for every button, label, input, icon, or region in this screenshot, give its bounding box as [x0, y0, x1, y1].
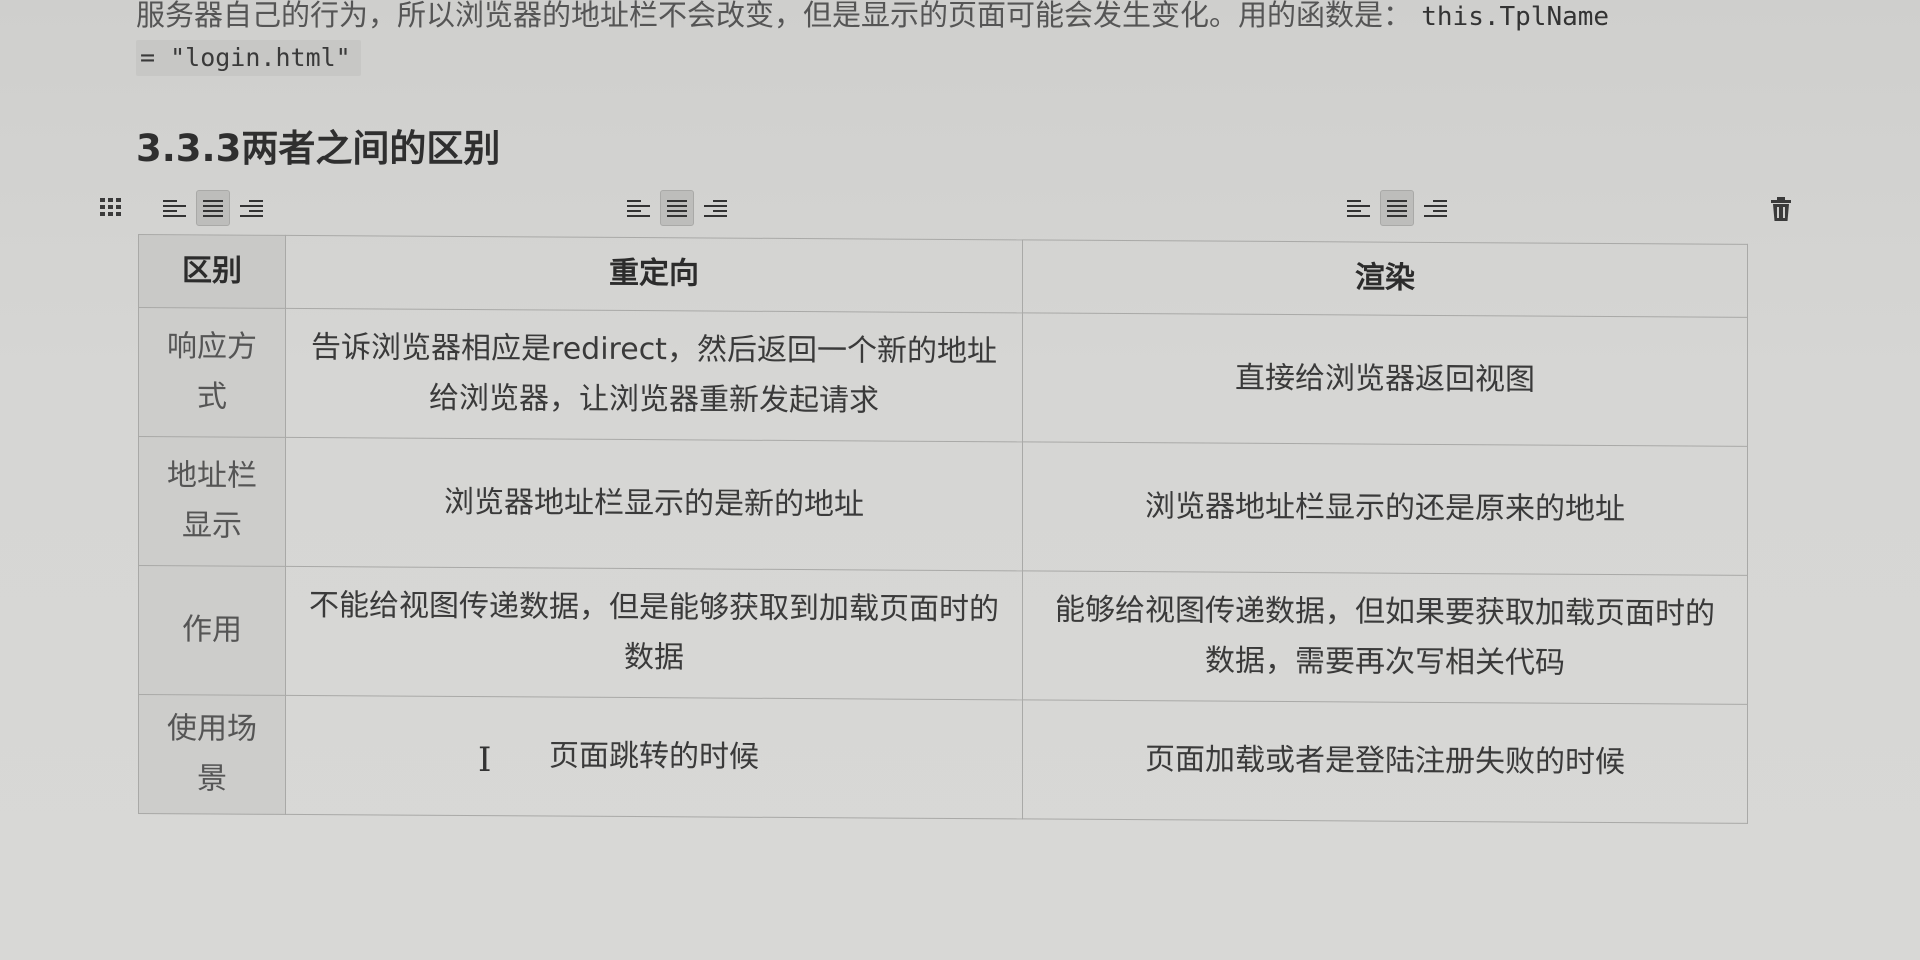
column-1-align-group	[158, 190, 268, 228]
column-3-align-group	[1342, 190, 1452, 228]
col2-align-left-icon[interactable]	[622, 190, 656, 226]
col2-align-right-icon[interactable]	[698, 190, 732, 226]
table-row: 地址栏显示 浏览器地址栏显示的是新的地址 浏览器地址栏显示的还是原来的地址	[138, 436, 1748, 576]
col1-align-right-icon[interactable]	[234, 190, 268, 226]
redirect-cell[interactable]: 页面跳转的时候	[285, 695, 1023, 819]
render-cell[interactable]: 页面加载或者是登陆注册失败的时候	[1022, 699, 1748, 824]
row-label-cell[interactable]: 作用	[138, 565, 286, 696]
redirect-cell[interactable]: 不能给视图传递数据，但是能够获取到加载页面时的数据	[285, 566, 1023, 700]
column-2-align-group	[622, 190, 732, 228]
row-label-cell[interactable]: 使用场景	[138, 694, 286, 815]
table-header-row: 区别 重定向 渲染	[138, 234, 1748, 318]
col1-align-center-icon[interactable]	[196, 190, 230, 226]
trash-icon[interactable]	[1770, 196, 1792, 222]
redirect-cell[interactable]: 告诉浏览器相应是redirect，然后返回一个新的地址给浏览器，让浏览器重新发起…	[285, 308, 1023, 442]
editor-page: 服务器自己的行为，所以浏览器的地址栏不会改变，但是显示的页面可能会发生变化。用的…	[0, 0, 1920, 960]
render-cell[interactable]: 能够给视图传递数据，但如果要获取加载页面时的数据，需要再次写相关代码	[1022, 570, 1748, 705]
comparison-table-wrapper: 区别 重定向 渲染 响应方式 告诉浏览器相应是redirect，然后返回一个新的…	[138, 234, 1748, 824]
table-toolbar	[92, 190, 1792, 230]
intro-text: 服务器自己的行为，所以浏览器的地址栏不会改变，但是显示的页面可能会发生变化。用的…	[136, 0, 1413, 32]
col2-align-center-icon[interactable]	[660, 190, 694, 226]
section-heading: 3.3.3两者之间的区别	[136, 127, 501, 170]
table-row: 作用 不能给视图传递数据，但是能够获取到加载页面时的数据 能够给视图传递数据，但…	[138, 565, 1748, 705]
table-row: 使用场景 页面跳转的时候 页面加载或者是登陆注册失败的时候	[138, 694, 1748, 824]
header-cell-render[interactable]: 渲染	[1022, 239, 1748, 318]
render-cell[interactable]: 直接给浏览器返回视图	[1022, 312, 1748, 447]
col3-align-center-icon[interactable]	[1380, 190, 1414, 226]
code-snippet: = "login.html"	[136, 40, 361, 76]
table-grip-icon[interactable]	[100, 198, 122, 216]
row-label-cell[interactable]: 地址栏显示	[138, 436, 286, 567]
comparison-table: 区别 重定向 渲染 响应方式 告诉浏览器相应是redirect，然后返回一个新的…	[138, 234, 1748, 824]
row-label-cell[interactable]: 响应方式	[138, 307, 286, 438]
inline-code: this.TplName	[1421, 2, 1610, 32]
render-cell[interactable]: 浏览器地址栏显示的还是原来的地址	[1022, 441, 1748, 576]
intro-paragraph: 服务器自己的行为，所以浏览器的地址栏不会改变，但是显示的页面可能会发生变化。用的…	[136, 0, 1896, 36]
col3-align-left-icon[interactable]	[1342, 190, 1376, 226]
text-cursor-icon: I	[478, 740, 492, 780]
header-cell-redirect[interactable]: 重定向	[285, 235, 1023, 313]
redirect-cell[interactable]: 浏览器地址栏显示的是新的地址	[285, 437, 1023, 571]
col1-align-left-icon[interactable]	[158, 190, 192, 226]
col3-align-right-icon[interactable]	[1418, 190, 1452, 226]
header-cell-difference[interactable]: 区别	[138, 234, 286, 309]
table-row: 响应方式 告诉浏览器相应是redirect，然后返回一个新的地址给浏览器，让浏览…	[138, 307, 1748, 447]
